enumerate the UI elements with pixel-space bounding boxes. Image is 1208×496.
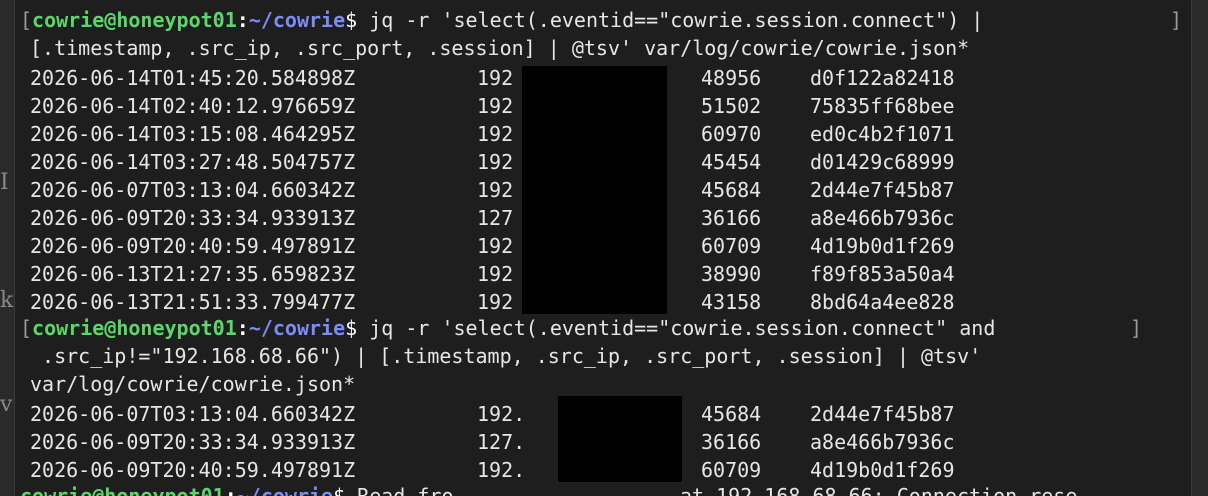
- row-src-port: 60709: [701, 234, 762, 258]
- row-src-port: 36166: [701, 206, 762, 230]
- prompt-path: ~/cowrie: [236, 484, 334, 496]
- prompt-colon: :: [236, 8, 249, 32]
- row-src-port: 43158: [701, 290, 762, 314]
- prompt-user: cowrie: [20, 484, 93, 496]
- prompt-bracket-close: ]: [1170, 8, 1183, 32]
- row-session-id: d01429c68999: [810, 150, 955, 174]
- prompt-line: [cowrie@honeypot01:~/cowrie$ jq -r 'sele…: [20, 6, 995, 34]
- prompt-colon: :: [224, 484, 237, 496]
- row-src-ip: 192: [477, 94, 514, 118]
- prompt-bracket-close: ]: [1130, 316, 1143, 340]
- window-edge: [1191, 0, 1208, 496]
- command-text: var/log/cowrie/cowrie.json*: [30, 372, 356, 396]
- row-src-port: 60709: [701, 458, 762, 482]
- row-timestamp: 2026-06-13T21:51:33.799477Z: [30, 290, 356, 314]
- prompt-at: @: [92, 484, 105, 496]
- row-timestamp: 2026-06-09T20:40:59.497891Z: [30, 234, 356, 258]
- row-src-ip: 192: [477, 122, 514, 146]
- redaction-box: [520, 486, 670, 496]
- prompt-host: honeypot01: [104, 484, 225, 496]
- redaction-box: [558, 396, 682, 482]
- prompt-line: [cowrie@honeypot01:~/cowrie$ jq -r 'sele…: [20, 314, 995, 342]
- prompt-at: @: [104, 8, 117, 32]
- background-window-edge: I k v: [0, 0, 15, 496]
- background-glyph: I: [0, 170, 9, 195]
- row-timestamp: 2026-06-14T02:40:12.976659Z: [30, 94, 356, 118]
- row-session-id: 8bd64a4ee828: [810, 290, 955, 314]
- row-src-ip: 192.: [477, 458, 526, 482]
- terminal-window[interactable]: [cowrie@honeypot01:~/cowrie$ jq -r 'sele…: [20, 0, 1192, 496]
- row-timestamp: 2026-06-14T03:15:08.464295Z: [30, 122, 356, 146]
- row-session-id: 75835ff68bee: [810, 94, 955, 118]
- prompt-bracket-open: [: [20, 316, 33, 340]
- row-src-port: 38990: [701, 262, 762, 286]
- row-session-id: 2d44e7f45b87: [810, 402, 955, 426]
- prompt-symbol: $: [333, 484, 346, 496]
- prompt-symbol: $: [345, 8, 358, 32]
- command-text: at 192.168.68.66: Connection rese: [680, 484, 1078, 496]
- prompt-symbol: $: [345, 316, 358, 340]
- prompt-at: @: [104, 316, 117, 340]
- command-text: Read fro: [345, 484, 454, 496]
- redaction-box: [522, 66, 667, 314]
- row-src-port: 60970: [701, 122, 762, 146]
- command-text: jq -r 'select(.eventid=="cowrie.session.…: [357, 8, 996, 32]
- background-glyph: k: [0, 288, 14, 313]
- prompt-host: honeypot01: [116, 316, 237, 340]
- row-src-port: 36166: [701, 430, 762, 454]
- row-src-ip: 127.: [477, 430, 526, 454]
- prompt-user: cowrie: [32, 316, 105, 340]
- prompt-bracket-open: [: [20, 8, 33, 32]
- prompt-path: ~/cowrie: [248, 8, 346, 32]
- command-text: [.timestamp, .src_ip, .src_port, .sessio…: [30, 36, 970, 60]
- row-timestamp: 2026-06-13T21:27:35.659823Z: [30, 262, 356, 286]
- row-session-id: 4d19b0d1f269: [810, 458, 955, 482]
- row-src-port: 48956: [701, 66, 762, 90]
- row-src-port: 45454: [701, 150, 762, 174]
- prompt-user: cowrie: [32, 8, 105, 32]
- prompt-colon: :: [236, 316, 249, 340]
- row-src-ip: 127: [477, 206, 514, 230]
- prompt-host: honeypot01: [116, 8, 237, 32]
- row-src-ip: 192: [477, 178, 514, 202]
- row-session-id: ed0c4b2f1071: [810, 122, 955, 146]
- command-text: jq -r 'select(.eventid=="cowrie.session.…: [357, 316, 996, 340]
- row-src-ip: 192: [477, 150, 514, 174]
- row-timestamp: 2026-06-09T20:33:34.933913Z: [30, 430, 356, 454]
- row-session-id: a8e466b7936c: [810, 206, 955, 230]
- background-glyph: v: [0, 392, 13, 417]
- row-src-port: 45684: [701, 402, 762, 426]
- row-src-ip: 192: [477, 66, 514, 90]
- row-timestamp: 2026-06-09T20:33:34.933913Z: [30, 206, 356, 230]
- row-session-id: f89f853a50a4: [810, 262, 955, 286]
- prompt-path: ~/cowrie: [248, 316, 346, 340]
- row-session-id: a8e466b7936c: [810, 430, 955, 454]
- row-src-port: 45684: [701, 178, 762, 202]
- row-timestamp: 2026-06-09T20:40:59.497891Z: [30, 458, 356, 482]
- row-session-id: 2d44e7f45b87: [810, 178, 955, 202]
- row-src-ip: 192.: [477, 402, 526, 426]
- row-src-ip: 192: [477, 262, 514, 286]
- row-session-id: 4d19b0d1f269: [810, 234, 955, 258]
- row-timestamp: 2026-06-14T03:27:48.504757Z: [30, 150, 356, 174]
- row-timestamp: 2026-06-07T03:13:04.660342Z: [30, 402, 356, 426]
- row-src-ip: 192: [477, 234, 514, 258]
- row-src-port: 51502: [701, 94, 762, 118]
- screen: I k v [cowrie@honeypot01:~/cowrie$ jq -r…: [0, 0, 1208, 496]
- row-src-ip: 192: [477, 290, 514, 314]
- command-text: .src_ip!="192.168.68.66") | [.timestamp,…: [30, 344, 982, 368]
- row-session-id: d0f122a82418: [810, 66, 955, 90]
- prompt-line-partial: cowrie@honeypot01:~/cowrie$ Read fro: [20, 482, 454, 496]
- row-timestamp: 2026-06-14T01:45:20.584898Z: [30, 66, 356, 90]
- row-timestamp: 2026-06-07T03:13:04.660342Z: [30, 178, 356, 202]
